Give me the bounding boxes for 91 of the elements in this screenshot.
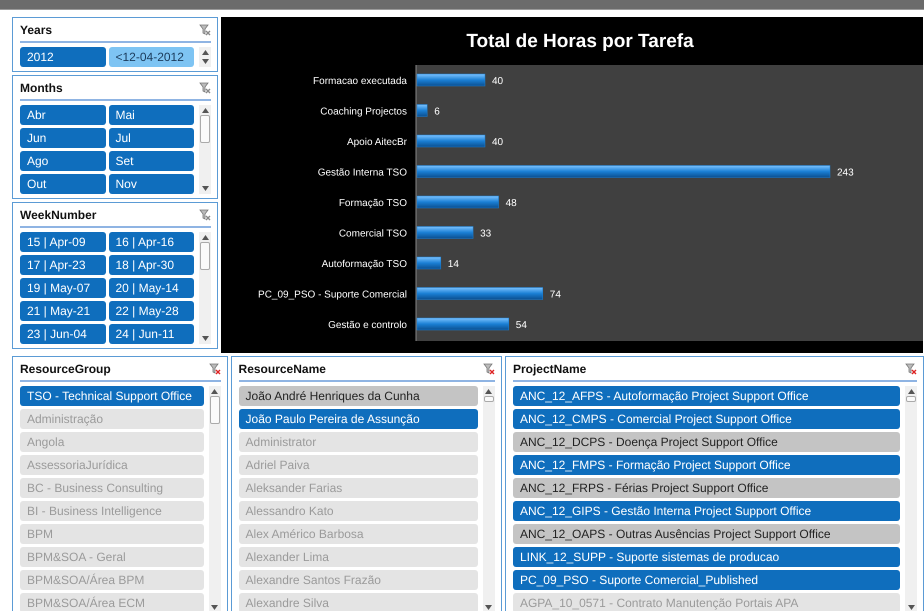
slicer-title: ResourceGroup [20,361,111,378]
value-label: 6 [434,106,440,118]
slicer-item[interactable]: 19 | May-07 [20,278,106,298]
scroll-up-icon[interactable] [202,235,208,240]
value-label: 40 [492,137,504,148]
clear-filter-icon[interactable] [199,82,211,94]
slicer-item[interactable]: ANC_12_FRPS - Férias Project Support Office [512,478,900,498]
clear-filter-icon[interactable] [208,363,221,375]
slicer-title: ResourceName [238,361,326,378]
bar [416,134,486,148]
slicer-item[interactable]: 18 | Apr-30 [108,255,194,275]
scrollbar[interactable] [905,386,917,611]
scroll-up-icon[interactable] [211,389,218,394]
slicer-item[interactable]: ANC_12_FMPS - Formação Project Support Office [512,455,900,475]
scroll-down-icon[interactable] [908,605,914,610]
scrollbar[interactable] [199,47,211,67]
bar [416,256,442,270]
category-label: Comercial TSO [338,228,407,240]
category-label: Formacao executada [313,76,407,87]
scroll-thumb[interactable] [200,242,210,270]
slicer-item[interactable]: ANC_12_OAPS - Outras Ausências Project Support Office [512,524,900,544]
slicer-item[interactable]: 24 | Jun-11 [108,324,194,344]
slicer-item[interactable]: Ago [20,151,106,171]
slicer-item[interactable]: TSO - Technical Support Office [20,386,204,406]
slicer-item[interactable]: 16 | Apr-16 [108,232,194,252]
slicer-title: Years [20,22,52,39]
scrollbar[interactable] [208,386,221,611]
scroll-up-icon[interactable] [202,108,208,113]
scroll-down-icon[interactable] [485,605,492,610]
category-label: Gestão Interna TSO [318,168,407,178]
category-label: Coaching Projectos [320,106,407,118]
category-label: Formação TSO [338,198,407,209]
clear-filter-icon[interactable] [199,209,211,221]
slicer-title: WeekNumber [20,207,96,224]
clear-filter-icon[interactable] [482,363,495,375]
clear-filter-icon[interactable] [905,363,917,375]
value-label: 40 [492,76,504,87]
slicer-item[interactable]: Jul [108,128,194,148]
scroll-thumb[interactable] [484,396,494,402]
value-label: 74 [550,290,561,300]
bar [416,74,486,86]
scroll-up-icon[interactable] [202,50,208,55]
slicer-item[interactable]: Jun [20,128,106,148]
scroll-up-icon[interactable] [908,389,914,394]
slicer-item[interactable]: PC_09_PSO - Suporte Comercial_Published [512,570,900,590]
scroll-up-icon[interactable] [485,389,492,394]
scroll-thumb[interactable] [210,396,220,424]
scrollbar[interactable] [199,105,211,194]
slicer-item[interactable]: Set [108,151,194,171]
slicer-item[interactable]: Nov [108,174,194,194]
slicer-item[interactable]: ANC_12_GIPS - Gestão Interna Project Support Office [512,501,900,521]
scroll-down-icon[interactable] [202,186,208,191]
category-label: Gestão e controlo [328,320,407,331]
slicer-item[interactable]: <12-04-2012 [108,47,194,67]
slicer-item[interactable]: Out [20,174,106,194]
slicer-item[interactable]: ANC_12_AFPS - Autoformação Project Support Office [512,386,900,406]
scroll-thumb[interactable] [906,396,916,402]
slicer-item[interactable]: 15 | Apr-09 [20,232,106,252]
slicer-item[interactable]: Abr [20,105,106,125]
category-label: Apoio AitecBr [346,137,407,148]
scrollbar[interactable] [482,386,495,611]
category-label: PC_09_PSO - Suporte Comercial [258,290,407,300]
slicer-item[interactable]: ANC_12_CMPS - Comercial Project Support Office [512,409,900,429]
slicer-item[interactable]: João Paulo Pereira de Assunção [238,409,478,429]
scroll-down-icon[interactable] [202,336,208,341]
clear-filter-icon[interactable] [199,24,211,36]
slicer-item[interactable]: 22 | May-28 [108,301,194,321]
scroll-down-icon[interactable] [202,59,208,64]
slicer-item[interactable]: João André Henriques da Cunha [238,386,478,406]
bar [416,226,474,239]
slicer-item[interactable]: 21 | May-21 [20,301,106,321]
value-label: 48 [506,198,517,209]
slicer-item[interactable]: ANC_12_DCPS - Doença Project Support Office [512,432,900,452]
scroll-thumb[interactable] [200,115,210,143]
slicer-title: ProjectName [512,361,586,378]
slicer-item[interactable]: 23 | Jun-04 [20,324,106,344]
slicer-item[interactable]: Mai [108,105,194,125]
scroll-down-icon[interactable] [211,605,218,610]
slicer-item[interactable]: 2012 [20,47,106,67]
value-label: 243 [837,168,854,178]
value-label: 54 [516,320,527,331]
slicer-item[interactable]: 17 | Apr-23 [20,255,106,275]
scrollbar[interactable] [199,232,211,344]
value-label: 33 [480,228,492,240]
value-label: 14 [448,259,459,270]
chart-title: Total de Horas por Tarefa [466,31,694,52]
slicer-item[interactable]: LINK_12_SUPP - Suporte sistemas de producao [512,547,900,567]
slicer-title: Months [20,80,63,97]
category-label: Autoformação TSO [322,259,407,270]
bar [416,104,428,117]
slicer-item[interactable]: 20 | May-14 [108,278,194,298]
